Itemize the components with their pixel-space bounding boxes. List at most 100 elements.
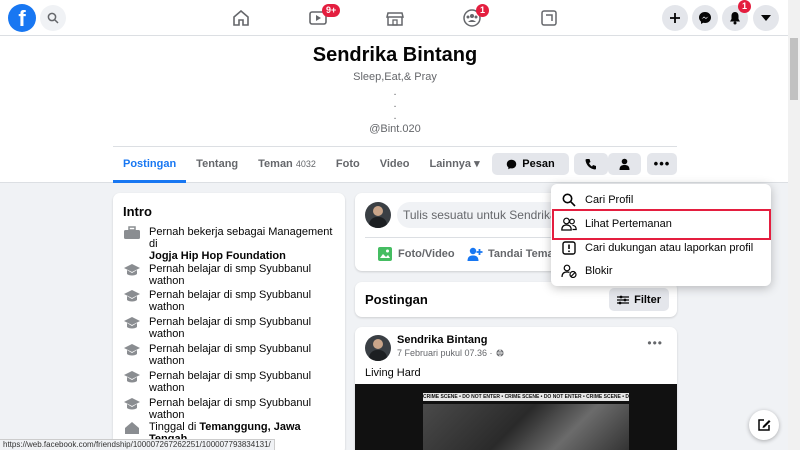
tag-friends-label: Tandai Teman xyxy=(488,248,561,260)
bell-icon xyxy=(730,12,740,25)
education-text: Pernah belajar di smp Syubbanul wathon xyxy=(149,370,312,394)
block-user-icon xyxy=(561,264,577,278)
account-menu-button[interactable] xyxy=(753,5,779,31)
tab-videos[interactable]: Video xyxy=(370,148,420,183)
tab-photos[interactable]: Foto xyxy=(326,148,370,183)
home-icon xyxy=(233,10,249,26)
marketplace-nav[interactable] xyxy=(375,4,415,32)
education-text: Pernah belajar di smp Syubbanul wathon xyxy=(149,263,312,287)
tab-more[interactable]: Lainnya ▾ xyxy=(419,148,489,183)
call-button[interactable] xyxy=(574,153,608,175)
crime-scene-tape: CRIME SCENE • DO NOT ENTER • CRIME SCENE… xyxy=(423,393,629,401)
menu-item-label: Cari Profil xyxy=(585,194,634,206)
gaming-nav[interactable] xyxy=(529,4,569,32)
tab-friends-label: Teman xyxy=(258,158,293,170)
graduation-cap-icon xyxy=(124,290,140,302)
search-icon xyxy=(47,12,59,24)
report-icon xyxy=(562,241,576,255)
tag-friends-icon xyxy=(467,247,483,261)
filter-icon xyxy=(617,295,630,304)
intro-education: Pernah belajar di smp Syubbanul wathon xyxy=(123,343,333,367)
status-bar-url: https://web.facebook.com/friendship/1000… xyxy=(0,439,275,450)
notifications-button[interactable]: 1 xyxy=(722,0,752,31)
gaming-icon xyxy=(541,10,557,26)
groups-nav[interactable]: 1 xyxy=(452,4,492,32)
friend-status-button[interactable] xyxy=(608,153,641,175)
menu-item-report-profile[interactable]: Cari dukungan atau laporkan profil xyxy=(557,237,765,259)
profile-tabs: Postingan Tentang Teman 4032 Foto Video … xyxy=(113,148,490,183)
more-options-button[interactable]: ••• xyxy=(647,153,677,175)
post-meta: 7 Februari pukul 07.36 · xyxy=(397,348,504,358)
bio-dot: . xyxy=(393,98,397,110)
avatar[interactable] xyxy=(365,202,391,228)
watch-badge: 9+ xyxy=(322,4,341,17)
intro-card: Intro Pernah bekerja sebagai Management … xyxy=(113,193,345,450)
post-time[interactable]: 7 Februari pukul 07.36 · xyxy=(397,348,493,358)
more-dots-icon: ••• xyxy=(653,156,671,171)
filter-button[interactable]: Filter xyxy=(609,288,669,311)
caret-down-icon: ▾ xyxy=(474,158,480,170)
image-content xyxy=(423,404,629,450)
education-text: Pernah belajar di smp Syubbanul wathon xyxy=(149,289,312,313)
new-message-button[interactable] xyxy=(749,410,779,440)
graduation-cap-icon xyxy=(124,317,140,329)
work-place-link[interactable]: Jogja Hip Hop Foundation xyxy=(149,250,286,262)
post-card: Sendrika Bintang 7 Februari pukul 07.36 … xyxy=(355,327,677,450)
tab-friends[interactable]: Teman 4032 xyxy=(248,148,326,183)
home-nav[interactable] xyxy=(221,4,261,32)
menu-item-block[interactable]: Blokir xyxy=(557,260,765,282)
tag-friends-button[interactable]: Tandai Teman xyxy=(467,243,560,265)
intro-education: Pernah belajar di smp Syubbanul wathon xyxy=(123,263,333,287)
top-navbar: f 9+ 1 1 xyxy=(0,0,788,36)
message-button[interactable]: Pesan xyxy=(492,153,569,175)
messenger-button[interactable] xyxy=(692,5,718,31)
photo-video-label: Foto/Video xyxy=(398,248,455,260)
menu-item-label: Blokir xyxy=(585,265,613,277)
tab-posts[interactable]: Postingan xyxy=(113,148,187,183)
graduation-cap-icon xyxy=(124,398,140,410)
tab-about[interactable]: Tentang xyxy=(186,148,248,183)
menu-item-label: Cari dukungan atau laporkan profil xyxy=(585,242,754,254)
compose-icon xyxy=(758,419,771,431)
highlight-box xyxy=(552,209,771,240)
divider xyxy=(113,146,677,147)
create-button[interactable] xyxy=(662,5,688,31)
messenger-icon xyxy=(699,12,711,24)
post-image[interactable]: CRIME SCENE • DO NOT ENTER • CRIME SCENE… xyxy=(355,384,677,450)
facebook-logo[interactable]: f xyxy=(8,4,36,32)
watch-nav[interactable]: 9+ xyxy=(298,4,341,32)
bio-line: Sleep,Eat,& Pray xyxy=(353,71,437,83)
posts-header-card: Postingan Filter xyxy=(355,282,677,317)
intro-education: Pernah belajar di smp Syubbanul wathon xyxy=(123,316,333,340)
education-text: Pernah belajar di smp Syubbanul wathon xyxy=(149,397,312,421)
filter-label: Filter xyxy=(634,293,661,306)
lives-text: Tinggal di xyxy=(149,421,197,433)
scrollbar-thumb[interactable] xyxy=(790,38,798,100)
notifications-badge: 1 xyxy=(738,0,752,13)
education-text: Pernah belajar di smp Syubbanul wathon xyxy=(149,343,312,367)
profile-header: Sendrika Bintang Sleep,Eat,& Pray . . . … xyxy=(0,36,788,183)
search-button[interactable] xyxy=(40,5,66,31)
intro-work: Pernah bekerja sebagai Management di Jogj… xyxy=(123,226,333,262)
bio-dot: . xyxy=(393,86,397,98)
briefcase-icon xyxy=(124,226,140,239)
marketplace-icon xyxy=(386,12,404,26)
posts-title: Postingan xyxy=(365,292,428,307)
photo-icon xyxy=(378,247,392,261)
groups-badge: 1 xyxy=(476,4,490,17)
post-author-name[interactable]: Sendrika Bintang xyxy=(397,334,487,346)
menu-item-search-profile[interactable]: Cari Profil xyxy=(557,189,765,211)
phone-icon xyxy=(585,159,596,170)
photo-video-button[interactable]: Foto/Video xyxy=(377,243,455,265)
post-text: Living Hard xyxy=(365,367,421,379)
work-text: Pernah bekerja sebagai Management di xyxy=(149,226,333,250)
messenger-icon xyxy=(507,159,517,169)
graduation-cap-icon xyxy=(124,371,140,383)
search-icon xyxy=(562,193,576,207)
graduation-cap-icon xyxy=(124,264,140,276)
post-options-button[interactable]: ••• xyxy=(647,336,663,350)
post-author-avatar[interactable] xyxy=(365,335,391,361)
person-icon xyxy=(619,158,630,170)
intro-education: Pernah belajar di smp Syubbanul wathon xyxy=(123,289,333,313)
tab-more-label: Lainnya xyxy=(429,158,472,170)
